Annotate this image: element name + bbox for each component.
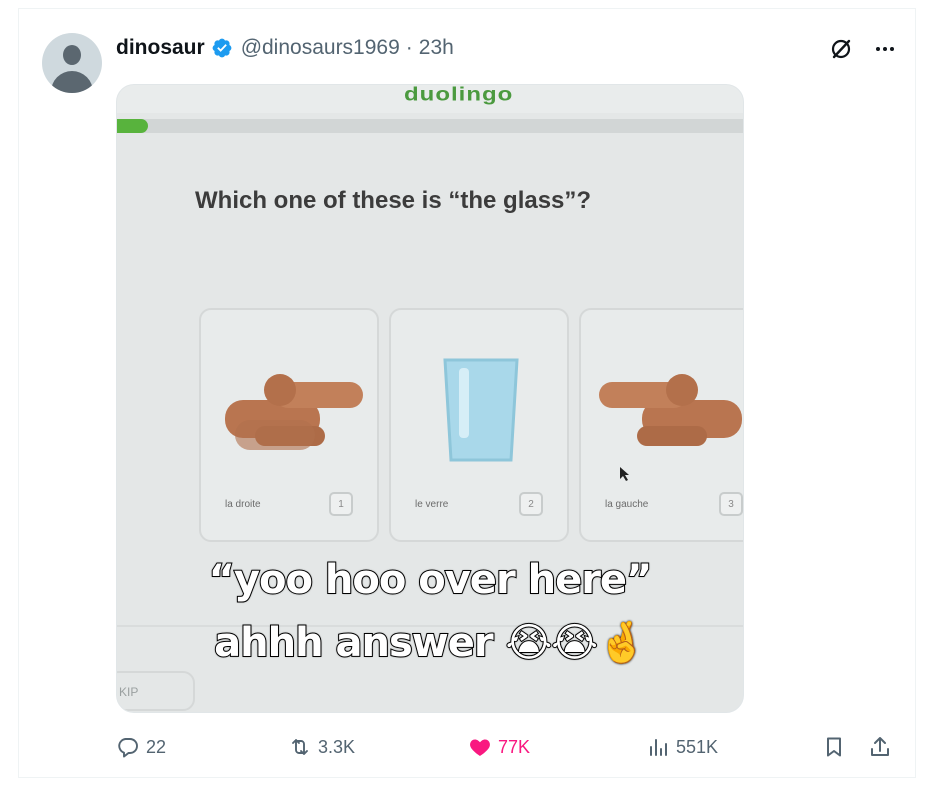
views-icon — [650, 739, 667, 756]
reply-count: 22 — [146, 736, 167, 757]
more-icon — [876, 47, 894, 51]
separator-dot: · — [405, 36, 413, 59]
duolingo-logo: duolingo — [404, 84, 514, 106]
pointing-left-hand-icon — [599, 374, 742, 446]
card-word-2: le verre — [415, 499, 449, 510]
card-num-3: 3 — [719, 492, 743, 516]
lesson-progress-fill — [117, 119, 149, 133]
avatar-body — [51, 71, 93, 93]
repost-count: 3.3K — [318, 736, 356, 757]
author-name[interactable]: dinosaur — [116, 36, 205, 60]
grok-icon — [831, 39, 851, 59]
card-word-3: la gauche — [605, 499, 649, 510]
skip-button: KIP — [117, 671, 195, 711]
post-time[interactable]: 23h — [419, 36, 454, 60]
lesson-progress-track — [117, 119, 743, 133]
views-count: 551K — [676, 736, 719, 757]
top-actions — [828, 36, 898, 62]
pointing-right-hand-icon — [225, 374, 363, 450]
caption-line-2: ahhh answer 😭😭🤞 — [213, 619, 648, 667]
quiz-question: Which one of these is “the glass”? — [195, 187, 592, 214]
repost-icon — [292, 739, 308, 755]
repost-button[interactable]: 3.3K — [288, 735, 355, 759]
card-word-1: la droite — [225, 499, 261, 510]
bookmark-button[interactable] — [822, 735, 846, 759]
answer-card-2[interactable]: le verre 2 — [389, 308, 569, 542]
card-num-1: 1 — [329, 492, 353, 516]
reply-button[interactable]: 22 — [116, 735, 166, 759]
like-button[interactable]: 77K — [468, 735, 530, 759]
bookmark-icon — [827, 737, 841, 757]
card-num-2: 2 — [519, 492, 543, 516]
answer-card-3[interactable]: la gauche 3 — [579, 308, 743, 542]
glass-icon — [443, 358, 519, 462]
answer-card-1[interactable]: la droite 1 — [199, 308, 379, 542]
verified-badge-icon — [212, 38, 232, 58]
tweet-header: dinosaur @dinosaurs1969 · 23h — [116, 33, 454, 63]
post-media[interactable]: duolingo Which one of these is “the glas… — [116, 84, 744, 713]
reply-icon — [118, 738, 138, 758]
more-button[interactable] — [872, 36, 898, 62]
views-button[interactable]: 551K — [646, 735, 718, 759]
mouse-cursor-icon — [620, 467, 629, 481]
action-bar: 22 3.3K 77K 551K — [116, 735, 894, 763]
share-icon — [871, 737, 889, 756]
like-icon — [470, 739, 490, 756]
grok-button[interactable] — [828, 36, 854, 62]
avatar-head — [63, 45, 81, 65]
like-count: 77K — [498, 736, 531, 757]
avatar[interactable] — [42, 33, 102, 93]
caption-line-1: “yoo hoo over here” — [208, 556, 654, 604]
share-button[interactable] — [868, 735, 892, 759]
author-handle[interactable]: @dinosaurs1969 — [241, 36, 400, 60]
